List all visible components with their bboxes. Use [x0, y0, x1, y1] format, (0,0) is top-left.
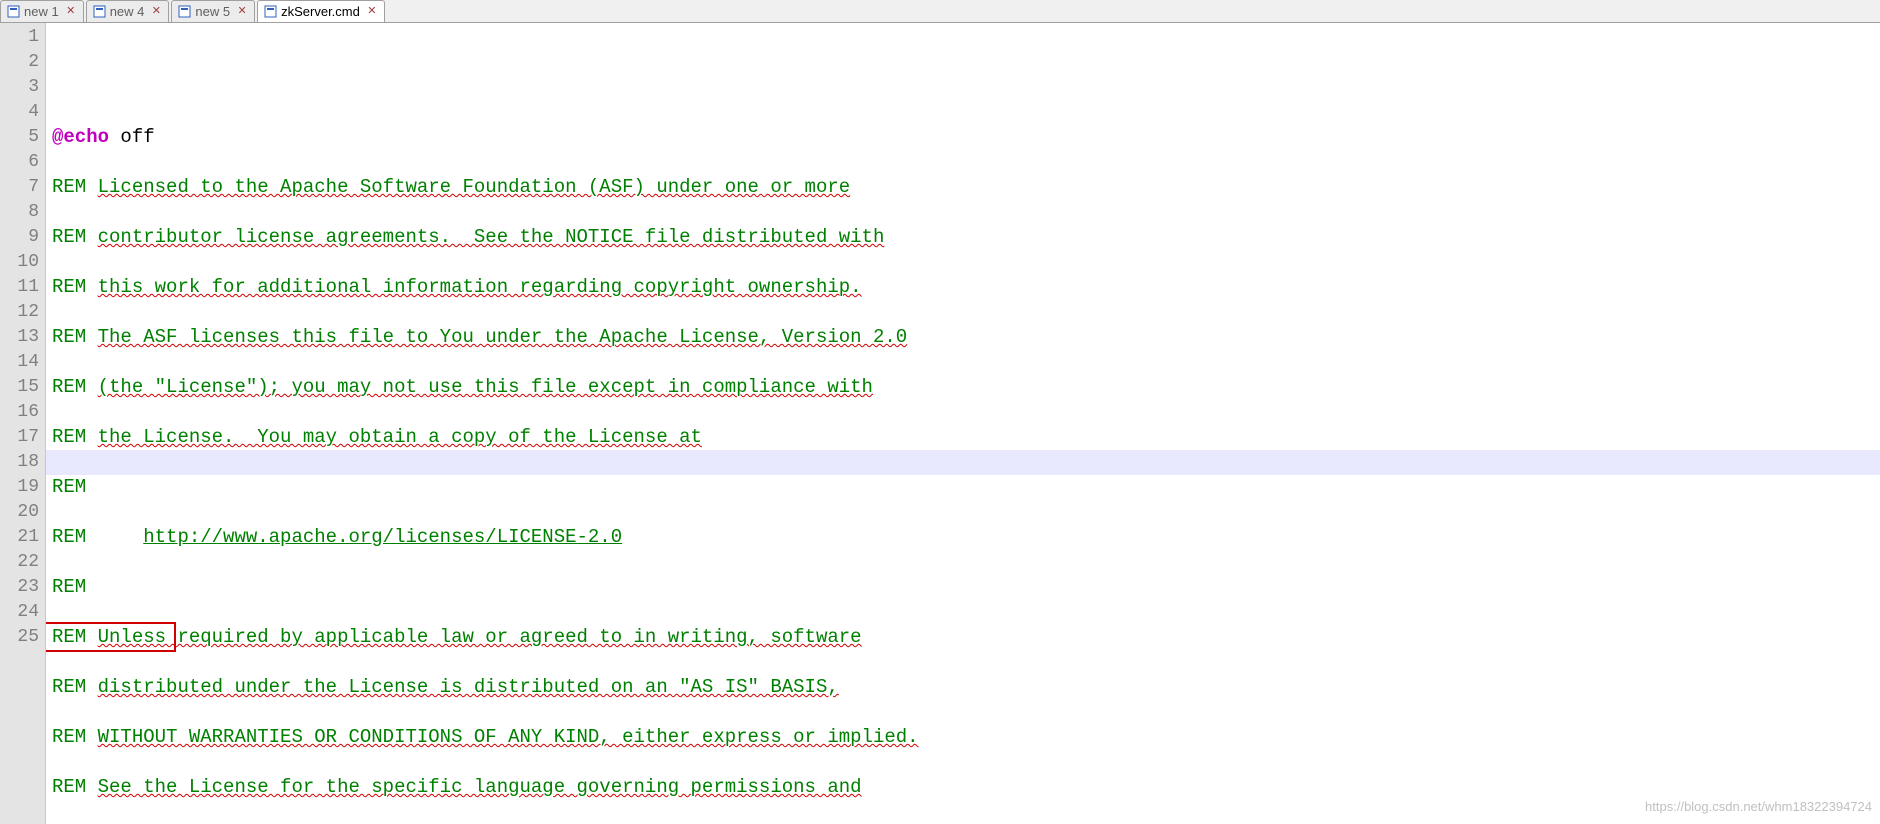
tab-label: new 4 — [110, 0, 145, 24]
tab-label: new 5 — [195, 0, 230, 24]
close-icon[interactable]: ✕ — [150, 6, 162, 18]
rem: REM — [52, 276, 86, 298]
comment: distributed under the License is distrib… — [98, 676, 839, 698]
tab-zkserver[interactable]: zkServer.cmd ✕ — [257, 0, 385, 22]
code-area[interactable]: @echo off REM Licensed to the Apache Sof… — [46, 23, 1880, 824]
tab-label: new 1 — [24, 0, 59, 24]
file-icon — [178, 5, 191, 18]
editor[interactable]: 1 2 3 4 5 6 7 8 9 10 11 12 13 14 15 16 1… — [0, 23, 1880, 824]
rem: REM — [52, 676, 86, 698]
highlight-box — [46, 622, 176, 652]
tab-new-4[interactable]: new 4 ✕ — [86, 0, 170, 22]
comment: The ASF licenses this file to You under … — [98, 326, 908, 348]
tab-label: zkServer.cmd — [281, 0, 360, 24]
rem: REM — [52, 776, 86, 798]
close-icon[interactable]: ✕ — [366, 6, 378, 18]
comment: contributor license agreements. See the … — [98, 226, 885, 248]
rem: REM — [52, 426, 86, 448]
rem: REM — [52, 476, 86, 498]
file-icon — [264, 5, 277, 18]
tab-new-1[interactable]: new 1 ✕ — [0, 0, 84, 22]
line-number-gutter: 1 2 3 4 5 6 7 8 9 10 11 12 13 14 15 16 1… — [0, 23, 46, 824]
file-icon — [7, 5, 20, 18]
comment: WITHOUT WARRANTIES OR CONDITIONS OF ANY … — [98, 726, 919, 748]
comment: this work for additional information reg… — [98, 276, 862, 298]
at-echo: @echo — [52, 126, 109, 148]
comment: See the License for the specific languag… — [98, 776, 862, 798]
rem: REM — [52, 226, 86, 248]
url: http://www.apache.org/licenses/LICENSE-2… — [143, 526, 622, 548]
tab-bar: new 1 ✕ new 4 ✕ new 5 ✕ zkServer.cmd ✕ — [0, 0, 1880, 23]
off: off — [109, 126, 155, 148]
watermark: https://blog.csdn.net/whm18322394724 — [1645, 794, 1872, 819]
rem: REM — [52, 576, 86, 598]
tab-new-5[interactable]: new 5 ✕ — [171, 0, 255, 22]
rem: REM — [52, 526, 86, 548]
close-icon[interactable]: ✕ — [65, 6, 77, 18]
rem: REM — [52, 326, 86, 348]
file-icon — [93, 5, 106, 18]
rem: REM — [52, 726, 86, 748]
comment: (the "License"); you may not use this fi… — [98, 376, 873, 398]
close-icon[interactable]: ✕ — [236, 6, 248, 18]
rem: REM — [52, 176, 86, 198]
comment: Unless required by applicable law or agr… — [98, 626, 862, 648]
code-content: @echo off REM Licensed to the Apache Sof… — [52, 100, 1880, 824]
rem: REM — [52, 376, 86, 398]
comment: Licensed to the Apache Software Foundati… — [98, 176, 851, 198]
comment: the License. You may obtain a copy of th… — [98, 426, 702, 448]
